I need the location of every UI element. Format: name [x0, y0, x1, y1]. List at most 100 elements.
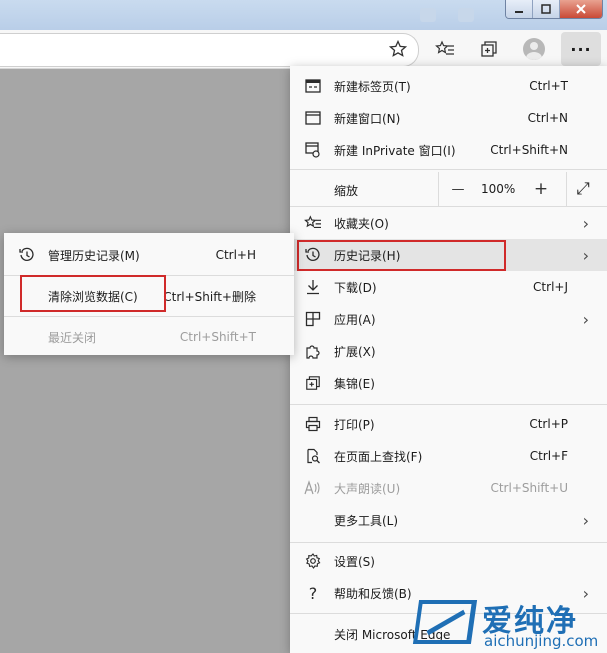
menu-separator: [290, 169, 607, 170]
zoom-label: 缩放: [334, 184, 359, 198]
more-icon: ···: [570, 39, 592, 59]
minimize-button[interactable]: [506, 0, 532, 18]
menu-item-label: 帮助和反馈(B): [334, 586, 412, 601]
history-highlight-box: [297, 240, 506, 271]
profile-icon: [523, 38, 545, 60]
new-tab-icon: [304, 77, 322, 95]
puzzle-piece-icon: [304, 342, 322, 360]
menu-item-label: 下载(D): [334, 280, 377, 295]
menu-item-label: 管理历史记录(M): [48, 248, 140, 263]
watermark-logo-icon: [412, 600, 478, 644]
menu-item-new-tab[interactable]: 新建标签页(T) Ctrl+T: [290, 70, 607, 102]
minimize-icon: [515, 11, 523, 13]
read-aloud-icon: [304, 479, 322, 497]
chevron-right-icon: ›: [582, 510, 589, 530]
zoom-out-button[interactable]: —: [445, 176, 471, 202]
find-on-page-icon: [304, 447, 322, 465]
zoom-divider: [566, 172, 567, 206]
menu-item-new-inprivate[interactable]: 新建 InPrivate 窗口(I) Ctrl+Shift+N: [290, 134, 607, 166]
window-controls: [505, 0, 603, 19]
history-submenu: 管理历史记录(M) Ctrl+H 清除浏览数据(C) Ctrl+Shift+删除…: [4, 233, 294, 355]
history-icon: [18, 246, 36, 264]
submenu-item-manage-history[interactable]: 管理历史记录(M) Ctrl+H: [4, 239, 294, 271]
fullscreen-icon: ⤢: [576, 179, 590, 199]
zoom-level: 100%: [481, 182, 516, 196]
menu-separator: [290, 542, 607, 543]
collections-icon: [481, 41, 497, 57]
browser-toolbar: ···: [0, 30, 607, 69]
menu-item-downloads[interactable]: 下载(D) Ctrl+J: [290, 271, 607, 303]
download-icon: [304, 278, 322, 296]
add-favorite-button[interactable]: [386, 37, 410, 61]
menu-item-label: 新建窗口(N): [334, 111, 401, 126]
zoom-in-button[interactable]: +: [528, 176, 554, 202]
maximize-icon: [541, 4, 551, 14]
menu-item-label: 设置(S): [334, 554, 375, 569]
menu-separator: [4, 316, 294, 317]
menu-item-favorites[interactable]: 收藏夹(O) ›: [290, 207, 607, 239]
menu-item-apps[interactable]: 应用(A) ›: [290, 303, 607, 335]
menu-item-shortcut: Ctrl+T: [529, 79, 568, 93]
favorites-star-icon: [389, 40, 407, 57]
clear-data-highlight-box: [20, 275, 166, 312]
fullscreen-button[interactable]: ⤢: [570, 176, 596, 202]
inprivate-window-icon: [304, 141, 322, 159]
menu-item-label: 新建 InPrivate 窗口(I): [334, 143, 456, 158]
menu-item-collections[interactable]: 集锦(E): [290, 367, 607, 399]
favorites-list-icon: [435, 40, 454, 55]
close-icon: [576, 4, 586, 14]
menu-item-label: 新建标签页(T): [334, 79, 411, 94]
menu-item-shortcut: Ctrl+N: [527, 111, 568, 125]
zoom-divider: [438, 172, 439, 206]
menu-item-label: 应用(A): [334, 312, 376, 327]
menu-item-read-aloud[interactable]: 大声朗读(U) Ctrl+Shift+U: [290, 472, 607, 504]
menu-item-shortcut: Ctrl+J: [533, 280, 568, 294]
collections-button[interactable]: [477, 37, 501, 61]
favorites-button[interactable]: [433, 37, 457, 61]
chevron-right-icon: ›: [582, 309, 589, 329]
title-bar: [0, 0, 607, 30]
menu-item-settings[interactable]: 设置(S): [290, 545, 607, 577]
menu-item-shortcut: Ctrl+F: [529, 449, 568, 463]
menu-item-shortcut: Ctrl+P: [529, 417, 568, 431]
gear-icon: [304, 552, 322, 570]
menu-item-more-tools[interactable]: 更多工具(L) ›: [290, 504, 607, 536]
menu-item-extensions[interactable]: 扩展(X): [290, 335, 607, 367]
address-bar[interactable]: [0, 33, 419, 67]
plus-icon: +: [533, 179, 549, 199]
zoom-row: 缩放 — 100% + ⤢: [290, 172, 607, 206]
menu-item-find-on-page[interactable]: 在页面上查找(F) Ctrl+F: [290, 440, 607, 472]
menu-item-shortcut: Ctrl+H: [215, 248, 256, 262]
menu-item-shortcut: Ctrl+Shift+T: [179, 330, 256, 344]
menu-item-shortcut: Ctrl+Shift+N: [490, 143, 568, 157]
settings-and-more-button[interactable]: ···: [561, 32, 601, 66]
collections-icon: [304, 374, 322, 392]
menu-item-label: 集锦(E): [334, 376, 375, 391]
chevron-right-icon: ›: [582, 245, 589, 265]
minus-icon: —: [451, 181, 465, 197]
menu-item-shortcut: Ctrl+Shift+删除: [163, 289, 256, 304]
printer-icon: [304, 415, 322, 433]
menu-item-shortcut: Ctrl+Shift+U: [490, 481, 568, 495]
chevron-right-icon: ›: [582, 213, 589, 233]
menu-item-label: 最近关闭: [48, 330, 97, 345]
watermark: 爱纯净 aichunjing.com: [412, 594, 607, 653]
menu-item-new-window[interactable]: 新建窗口(N) Ctrl+N: [290, 102, 607, 134]
titlebar-ghost-icon: [420, 8, 436, 22]
titlebar-ghost-icon: [458, 8, 474, 22]
question-mark-icon: ?: [308, 583, 318, 603]
menu-item-print[interactable]: 打印(P) Ctrl+P: [290, 408, 607, 440]
menu-item-label: 大声朗读(U): [334, 481, 401, 496]
watermark-url: aichunjing.com: [484, 632, 599, 650]
maximize-button[interactable]: [532, 0, 559, 18]
menu-item-label: 打印(P): [334, 417, 375, 432]
profile-button[interactable]: [522, 37, 546, 61]
settings-and-more-menu: 新建标签页(T) Ctrl+T 新建窗口(N) Ctrl+N 新建 InPriv…: [290, 66, 607, 653]
favorites-list-icon: [304, 214, 322, 232]
menu-item-label: 更多工具(L): [334, 513, 399, 528]
apps-icon: [304, 310, 322, 328]
close-window-button[interactable]: [559, 0, 602, 18]
submenu-item-recently-closed[interactable]: 最近关闭 Ctrl+Shift+T: [4, 321, 294, 353]
new-window-icon: [304, 109, 322, 127]
menu-item-label: 收藏夹(O): [334, 216, 389, 231]
